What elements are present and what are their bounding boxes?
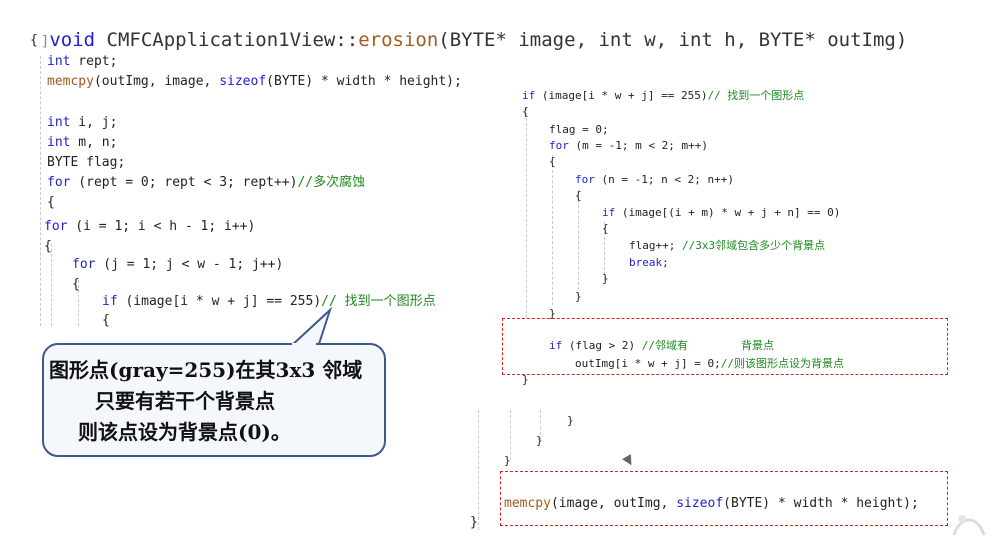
highlight-box-flag [502, 318, 948, 375]
code-line: { [522, 105, 529, 118]
callout-pointer-cover [292, 343, 316, 347]
code-line: } [504, 454, 511, 467]
callout-line-3: 则该点设为背景点(0)。 [78, 420, 291, 444]
highlight-box-memcpy [500, 471, 948, 526]
indent-guide [526, 108, 527, 318]
code-line: for (n = -1; n < 2; n++) [575, 173, 734, 186]
indent-guide [478, 410, 479, 530]
code-line: } [536, 434, 543, 447]
code-line: { [602, 222, 609, 235]
watermark-logo-icon [952, 515, 986, 536]
code-line: { [575, 189, 582, 202]
code-line: if (image[(i + m) * w + j + n] == 0) [602, 206, 841, 219]
code-line: if (image[i * w + j] == 255)// 找到一个图形点 [522, 89, 805, 102]
callout-line-1: 图形点(gray=255)在其3x3 邻域 [49, 358, 363, 382]
code-line: flag++; //3x3邻域包含多少个背景点 [629, 239, 826, 252]
indent-guide [552, 155, 553, 305]
callout-line-2: 只要有若干个背景点 [95, 389, 275, 413]
code-line: { [549, 155, 556, 168]
code-line: for (m = -1; m < 2; m++) [549, 139, 708, 152]
code-line: } [602, 272, 609, 285]
indent-guide [578, 190, 579, 290]
code-line: flag = 0; [549, 123, 609, 136]
code-line: break; [629, 256, 669, 269]
code-line: } [470, 515, 478, 530]
code-line: } [575, 290, 582, 303]
code-line: } [567, 414, 574, 427]
